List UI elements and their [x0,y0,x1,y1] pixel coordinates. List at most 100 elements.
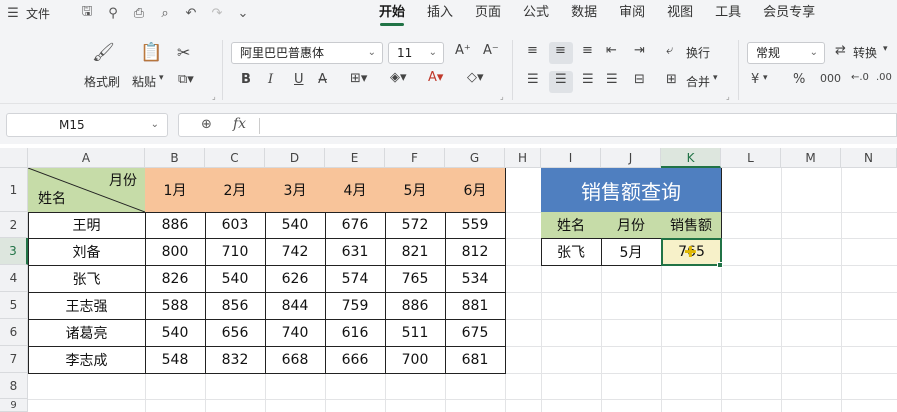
formula-input[interactable]: ⊕ fx [178,113,897,137]
currency-button[interactable]: ¥ [751,72,759,87]
month-header-cell[interactable]: 1月 [145,168,206,213]
lookup-month-value[interactable]: 5月 [601,238,662,266]
value-cell[interactable]: 574 [325,265,386,293]
value-cell[interactable]: 886 [145,212,206,239]
month-header-cell[interactable]: 6月 [445,168,506,213]
value-cell[interactable]: 540 [205,265,266,293]
row-header-9[interactable]: 9 [0,399,28,412]
value-cell[interactable]: 540 [265,212,326,239]
value-cell[interactable]: 666 [325,346,386,374]
lookup-header-month[interactable]: 月份 [601,212,662,239]
value-cell[interactable]: 626 [265,265,326,293]
value-cell[interactable]: 821 [385,238,446,266]
merge-label[interactable]: 合并 [686,73,710,90]
zoom-icon[interactable]: ⊕ [201,117,212,132]
align-top-icon[interactable]: ≡ [527,43,538,58]
wrap-text-label[interactable]: 换行 [686,44,710,61]
row-header-6[interactable]: 6 [0,319,28,346]
name-cell[interactable]: 李志成 [28,346,146,374]
value-cell[interactable]: 559 [445,212,506,239]
merge-icon[interactable]: ⊞ [666,72,677,87]
column-header-l[interactable]: L [721,148,781,168]
borders-icon[interactable]: ⊞▾ [350,71,367,86]
value-cell[interactable]: 742 [265,238,326,266]
row-header-2[interactable]: 2 [0,212,28,238]
lookup-header-sales[interactable]: 销售额 [661,212,722,239]
month-header-cell[interactable]: 3月 [265,168,326,213]
value-cell[interactable]: 740 [265,319,326,347]
tab-insert[interactable]: 插入 [416,0,464,26]
font-size-select[interactable]: 11 ⌄ [388,42,444,64]
font-launcher-icon[interactable]: ⌟ [500,92,504,101]
column-header-e[interactable]: E [325,148,385,168]
file-menu[interactable]: 文件 [26,5,56,22]
value-cell[interactable]: 548 [145,346,206,374]
chevron-down-icon[interactable]: ⌄ [230,6,256,21]
row-header-3[interactable]: 3 [0,238,28,265]
clipboard-launcher-icon[interactable]: ⌟ [212,92,216,101]
number-format-select[interactable]: 常规 ⌄ [747,42,825,64]
cut-icon[interactable]: ✂ [177,43,190,62]
column-header-h[interactable]: H [505,148,541,168]
tab-view[interactable]: 视图 [656,0,704,26]
convert-label[interactable]: 转换 [853,44,877,61]
value-cell[interactable]: 540 [145,319,206,347]
column-header-f[interactable]: F [385,148,445,168]
convert-icon[interactable]: ⇄ [835,43,846,58]
value-cell[interactable]: 616 [325,319,386,347]
font-name-select[interactable]: 阿里巴巴普惠体 ⌄ [231,42,383,64]
value-cell[interactable]: 844 [265,292,326,320]
format-painter-icon[interactable]: 🖌 [92,42,115,63]
format-painter-label[interactable]: 格式刷 [84,73,120,90]
align-left-icon[interactable]: ☰ [527,72,539,87]
lookup-name-value[interactable]: 张飞 [541,238,602,266]
thousands-separator-icon[interactable]: 000 [820,72,841,85]
align-bottom-icon[interactable]: ≡ [582,43,593,58]
increase-font-icon[interactable]: A⁺ [455,43,471,58]
name-box[interactable]: M15 ⌄ [6,113,168,137]
decrease-decimal-icon[interactable]: .00 [876,72,892,83]
lookup-title[interactable]: 销售额查询 [541,168,722,213]
value-cell[interactable]: 681 [445,346,506,374]
column-header-m[interactable]: M [781,148,841,168]
column-header-k[interactable]: K [661,148,721,168]
tab-tools[interactable]: 工具 [704,0,752,26]
value-cell[interactable]: 603 [205,212,266,239]
value-cell[interactable]: 832 [205,346,266,374]
value-cell[interactable]: 812 [445,238,506,266]
indent-icon[interactable]: ⇤ [606,43,617,58]
value-cell[interactable]: 700 [385,346,446,374]
row-header-4[interactable]: 4 [0,265,28,292]
column-header-n[interactable]: N [841,148,897,168]
undo-icon[interactable]: ↶ [178,6,204,21]
row-header-5[interactable]: 5 [0,292,28,319]
percent-button[interactable]: % [793,72,805,87]
tab-formula[interactable]: 公式 [512,0,560,26]
align-right-icon[interactable]: ☰ [582,72,594,87]
column-header-c[interactable]: C [205,148,265,168]
select-all-corner[interactable] [0,148,28,168]
value-cell[interactable]: 826 [145,265,206,293]
row-header-8[interactable]: 8 [0,373,28,399]
value-cell[interactable]: 668 [265,346,326,374]
font-color-icon[interactable]: A▾ [428,70,443,85]
month-header-cell[interactable]: 2月 [205,168,266,213]
paste-label[interactable]: 粘贴 [132,73,156,90]
copy-icon[interactable]: ⧉▾ [178,72,194,87]
spreadsheet-grid[interactable]: A B C D E F G H I J K L M N 1 2 3 4 5 6 … [0,148,897,412]
fx-icon[interactable]: fx [233,116,246,132]
tab-data[interactable]: 数据 [560,0,608,26]
increase-decimal-icon[interactable]: ←.0 [851,72,869,83]
save-icon[interactable]: 🖫 [74,2,100,24]
italic-button[interactable]: I [268,72,273,87]
alignment-launcher-icon[interactable]: ⌟ [726,92,730,101]
month-header-cell[interactable]: 5月 [385,168,446,213]
row-header-1[interactable]: 1 [0,168,28,212]
column-header-b[interactable]: B [145,148,205,168]
value-cell[interactable]: 511 [385,319,446,347]
column-header-j[interactable]: J [601,148,661,168]
column-header-d[interactable]: D [265,148,325,168]
column-header-g[interactable]: G [445,148,505,168]
redo-icon[interactable]: ↷ [204,6,230,21]
value-cell[interactable]: 881 [445,292,506,320]
